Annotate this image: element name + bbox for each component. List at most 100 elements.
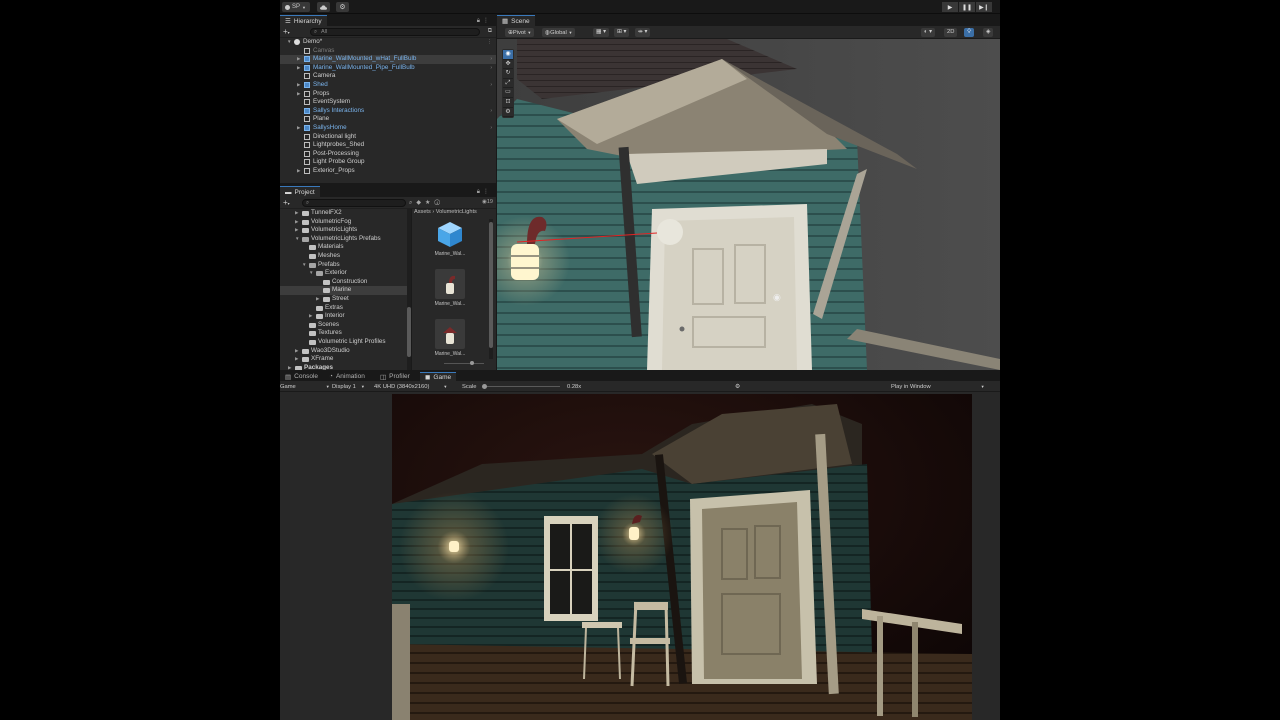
rotate-tool-button[interactable]: ↻ [503, 69, 513, 79]
global-dropdown[interactable]: ◍Global ▼ [542, 28, 576, 37]
scrollbar-thumb[interactable] [489, 222, 493, 348]
display-dropdown[interactable]: Display 1 ▼ [332, 383, 365, 391]
game-mode-dropdown[interactable]: Game ▼ [280, 383, 330, 391]
project-search-input[interactable]: ⌕ [302, 199, 406, 207]
collapsed-arrow-icon[interactable]: ▶ [297, 90, 300, 99]
project-folder-row[interactable]: ▼ VolumetricLights Prefabs [280, 235, 411, 244]
create-asset-button[interactable]: +▾ [283, 198, 290, 207]
hidden-packages-count[interactable]: ◉19 [482, 199, 493, 205]
cloud-button[interactable] [317, 2, 330, 12]
transform-tool-button[interactable]: ⊡ [503, 98, 513, 108]
project-folder-row[interactable]: ▶ XFrame [280, 355, 411, 364]
asset-item[interactable]: Marine_Wal... [431, 219, 469, 257]
asset-item[interactable]: Marine_Wal... [431, 269, 469, 307]
lighting-toggle[interactable]: 💡︎ [964, 28, 975, 37]
move-tool-button[interactable]: ✥ [503, 60, 513, 70]
project-folder-row[interactable]: ▶ VolumetricLights [280, 226, 411, 235]
project-folder-row[interactable]: ▼ Prefabs [280, 261, 411, 270]
project-folder-row[interactable]: ▶ Packages [280, 364, 411, 370]
open-prefab-chevron-icon[interactable]: › [490, 107, 492, 116]
expanded-arrow-icon[interactable]: ▼ [302, 261, 306, 270]
collapsed-arrow-icon[interactable]: ▶ [309, 312, 312, 321]
custom-tool-button[interactable]: ⚙ [503, 108, 513, 118]
project-folder-row[interactable]: ▶ VolumetricFog [280, 218, 411, 227]
collapsed-arrow-icon[interactable]: ▶ [316, 295, 319, 304]
hierarchy-row[interactable]: Camera [280, 72, 496, 81]
open-prefab-chevron-icon[interactable]: › [490, 64, 492, 73]
scale-tool-button[interactable]: ⤢ [503, 79, 513, 89]
collapsed-arrow-icon[interactable]: ▶ [297, 55, 300, 64]
resolution-dropdown[interactable]: 4K UHD (3840x2160) ▼ [374, 383, 447, 391]
expanded-arrow-icon[interactable]: ▼ [287, 38, 291, 47]
collapsed-arrow-icon[interactable]: ▶ [295, 347, 298, 356]
project-folder-row[interactable]: Extras [280, 304, 411, 313]
hierarchy-row[interactable]: ▶ Props [280, 90, 496, 99]
asset-item[interactable]: Marine_Wal... [431, 319, 469, 357]
collapsed-arrow-icon[interactable]: ▶ [295, 355, 298, 364]
project-folder-row[interactable]: ▼ Exterior [280, 269, 411, 278]
project-folder-row[interactable]: Materials [280, 243, 411, 252]
collapsed-arrow-icon[interactable]: ▶ [297, 124, 300, 133]
hierarchy-row[interactable]: Light Probe Group [280, 158, 496, 167]
project-folder-row[interactable]: ▶ TunnelFX2 [280, 209, 411, 218]
hierarchy-row[interactable]: ▶ Shed › [280, 81, 496, 90]
scene-viewport[interactable]: ◉ ◉ ✥ ↻ ⤢ ▭ ⊡ ⚙ [497, 39, 1000, 370]
pivot-dropdown[interactable]: ⊕Pivot ▼ [505, 28, 535, 37]
incremental-snap-button[interactable]: ⇹ ▾ [635, 28, 651, 37]
tab-project[interactable]: ▬ Project [280, 186, 320, 197]
open-prefab-chevron-icon[interactable]: › [490, 124, 492, 133]
project-folder-row[interactable]: Scenes [280, 321, 411, 330]
view-tool-button[interactable]: ◉ [503, 50, 513, 60]
rect-tool-button[interactable]: ▭ [503, 88, 513, 98]
panel-menu-icons[interactable]: 🔒︎⋮ [477, 188, 492, 196]
project-breadcrumb[interactable]: Assets › VolumetricLights [414, 209, 477, 217]
hierarchy-row[interactable]: Sallys Interactions › [280, 107, 496, 116]
hierarchy-row[interactable]: ▼ Demo* ⋮ [280, 38, 496, 47]
play-mode-dropdown[interactable]: Play in Window ▼ [891, 383, 985, 391]
audio-toggle[interactable]: ◈ [983, 28, 994, 37]
hierarchy-search-input[interactable]: ⌕ All [310, 28, 480, 36]
account-button[interactable]: SP ▼ [282, 2, 310, 12]
expanded-arrow-icon[interactable]: ▼ [309, 269, 313, 278]
project-filter-icons[interactable]: ⌕◆★ⓘ [409, 199, 444, 207]
project-folder-row[interactable]: Construction [280, 278, 411, 287]
hierarchy-row[interactable]: Canvas [280, 47, 496, 56]
slider-handle[interactable] [482, 384, 487, 389]
project-splitter[interactable] [411, 209, 412, 370]
step-button[interactable]: ▶❙ [976, 2, 992, 12]
play-button[interactable]: ▶ [942, 2, 958, 12]
game-viewport[interactable] [392, 394, 972, 720]
collapsed-arrow-icon[interactable]: ▶ [295, 218, 298, 227]
project-folder-row[interactable]: ▶ Street [280, 295, 411, 304]
project-folder-row[interactable]: ▶ Interior [280, 312, 411, 321]
open-prefab-chevron-icon[interactable]: › [490, 81, 492, 90]
project-folder-row[interactable]: Textures [280, 329, 411, 338]
collapsed-arrow-icon[interactable]: ▶ [297, 167, 300, 176]
expanded-arrow-icon[interactable]: ▼ [295, 235, 299, 244]
collapsed-arrow-icon[interactable]: ▶ [295, 226, 298, 235]
project-folder-row[interactable]: Meshes [280, 252, 411, 261]
asset-size-slider[interactable] [444, 361, 484, 365]
tab-game[interactable]: ◼ Game [420, 372, 457, 381]
scale-slider[interactable] [482, 384, 560, 389]
hierarchy-row[interactable]: EventSystem [280, 98, 496, 107]
stats-icon[interactable]: ⚙ [735, 383, 740, 391]
hierarchy-row[interactable]: Lightprobes_Shed [280, 141, 496, 150]
tab-animation[interactable]: ◔ Animation [324, 372, 370, 381]
hierarchy-row[interactable]: ▶ Marine_WallMounted_Pipe_FullBulb › [280, 64, 496, 73]
hierarchy-row[interactable]: Plane [280, 115, 496, 124]
hierarchy-filter-icon[interactable]: ⧉ [488, 28, 492, 35]
settings-button[interactable]: ⚙ [336, 2, 349, 12]
scene-menu-icon[interactable]: ⋮ [487, 38, 492, 47]
open-prefab-chevron-icon[interactable]: › [490, 55, 492, 64]
tab-scene[interactable]: ▦ Scene [497, 15, 535, 26]
draw-mode-dropdown[interactable]: ◐ ▾ [921, 28, 936, 37]
snap-increment-button[interactable]: ⊞ ▾ [614, 28, 630, 37]
2d-toggle[interactable]: 2D [944, 28, 958, 37]
grid-snap-button[interactable]: ▦ ▾ [593, 28, 609, 37]
collapsed-arrow-icon[interactable]: ▶ [288, 364, 291, 370]
hierarchy-row[interactable]: ▶ Marine_WallMounted_wHat_FullBulb › [280, 55, 496, 64]
tab-console[interactable]: ▤ Console [280, 372, 324, 381]
collapsed-arrow-icon[interactable]: ▶ [297, 64, 300, 73]
pause-button[interactable]: ❚❚ [959, 2, 975, 12]
